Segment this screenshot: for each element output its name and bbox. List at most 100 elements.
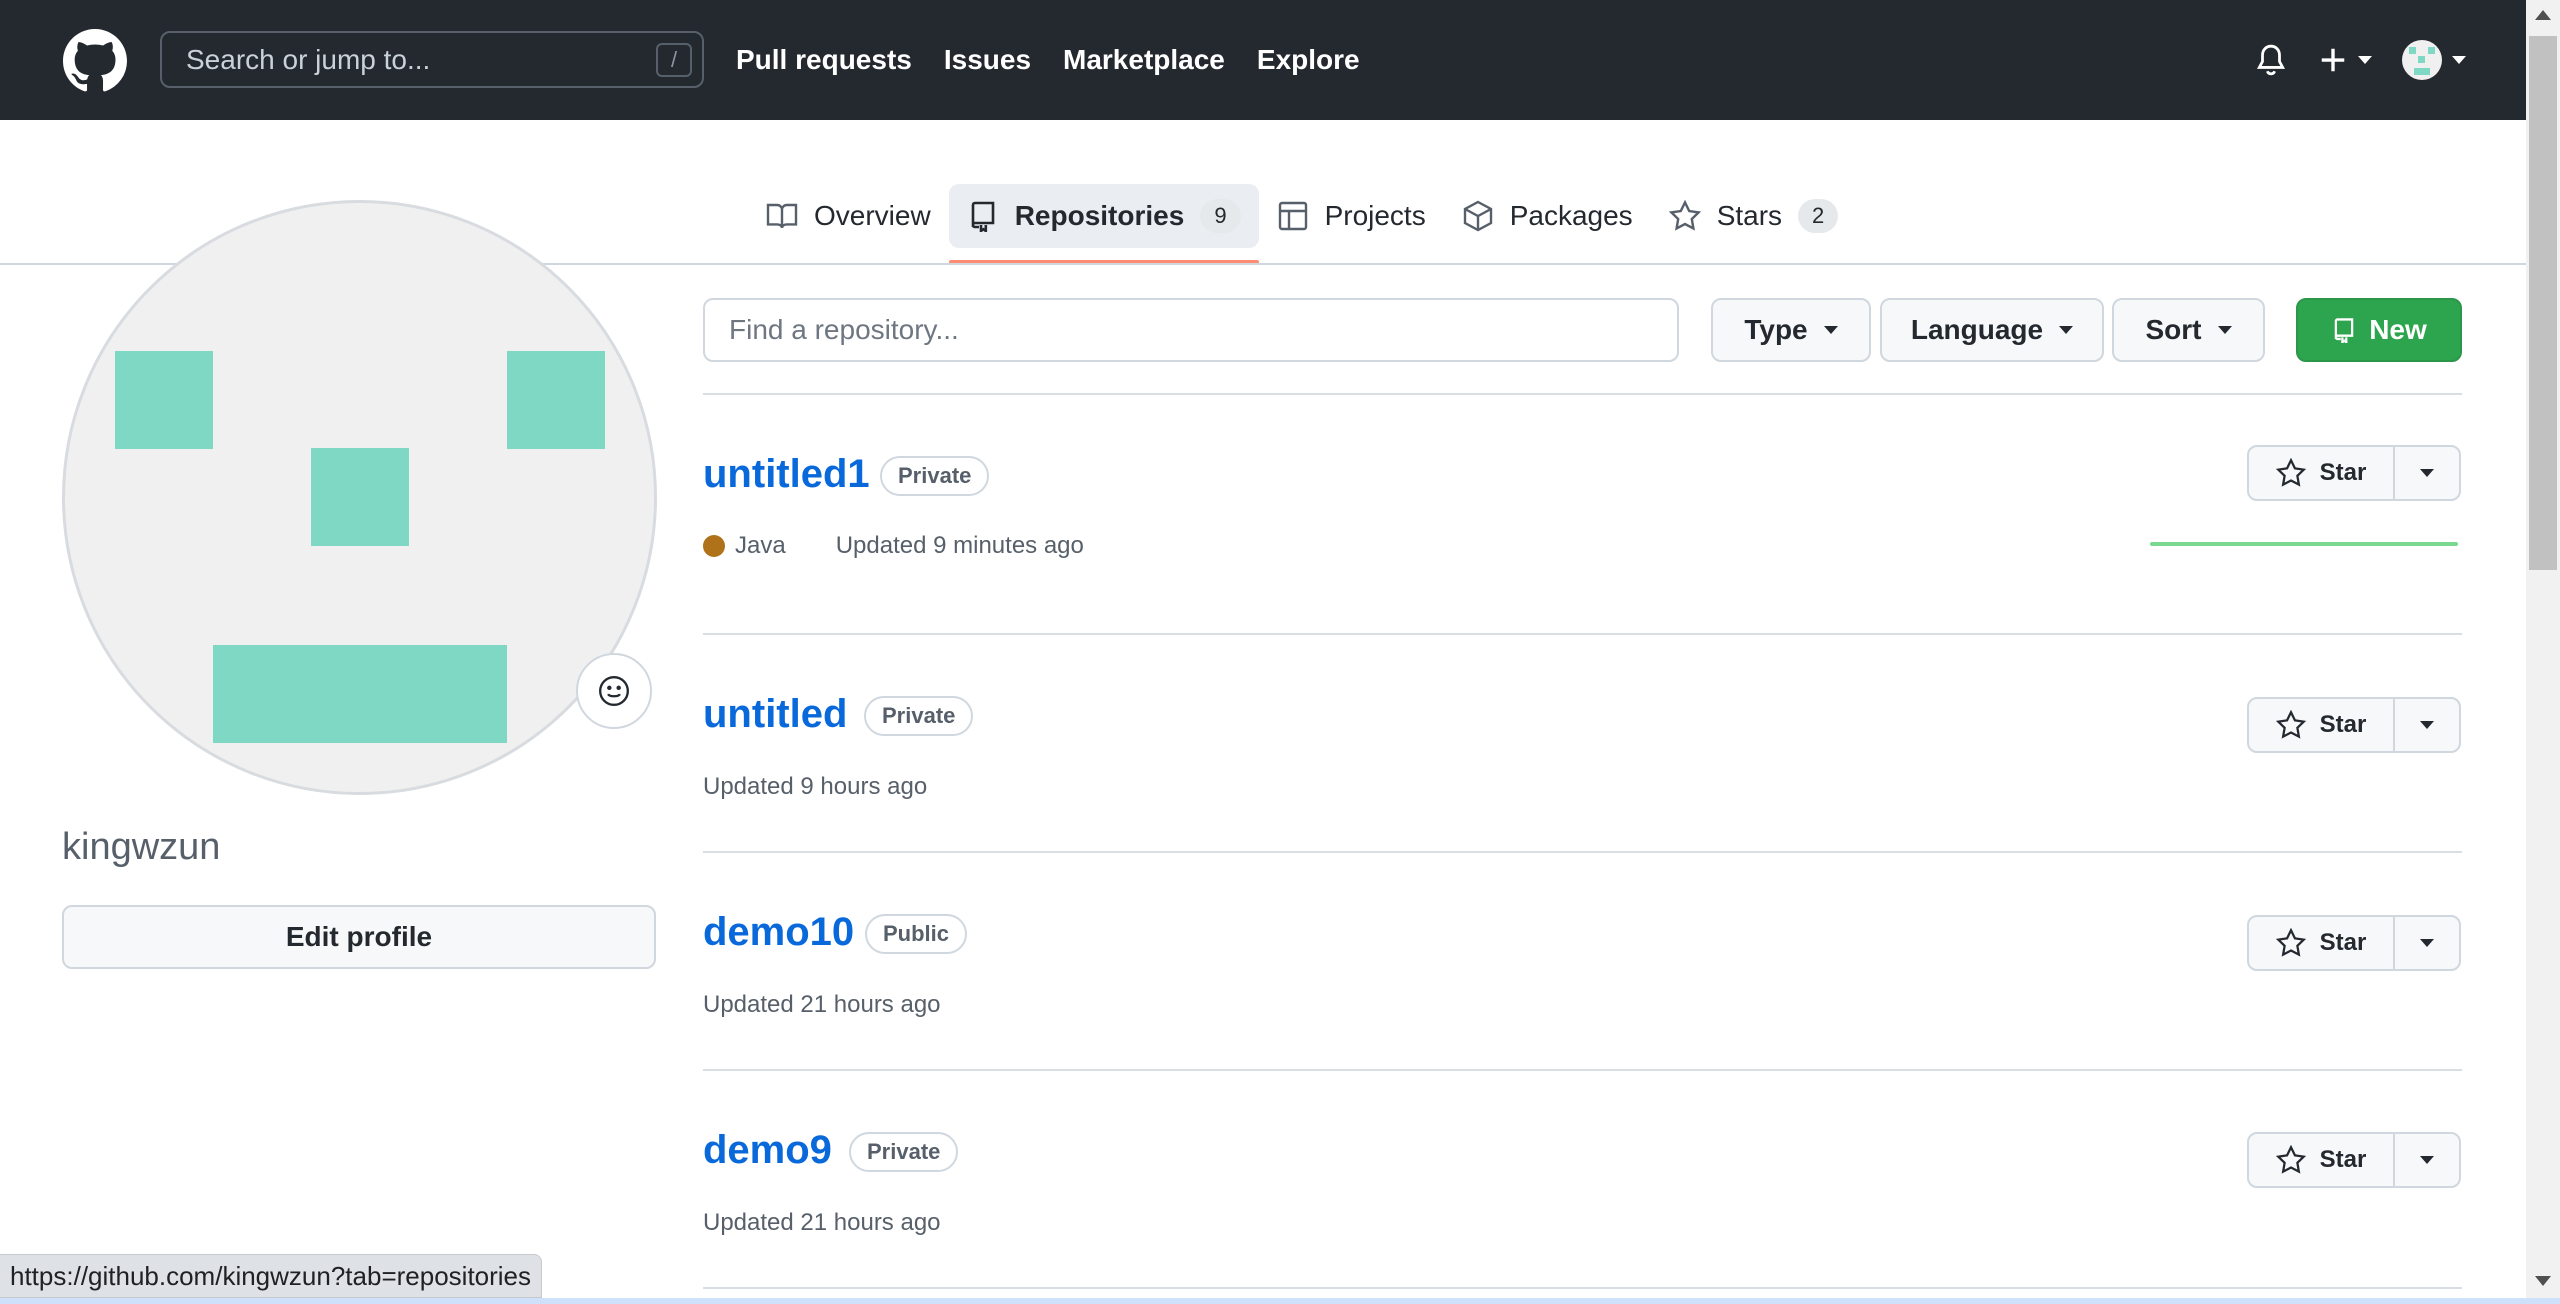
- star-label: Star: [2319, 711, 2367, 738]
- new-repository-button[interactable]: New: [2296, 298, 2462, 362]
- repo-link-demo10[interactable]: demo10: [703, 910, 854, 955]
- divider: [703, 1287, 2462, 1289]
- star-label: Star: [2319, 459, 2367, 486]
- chevron-down-icon: [2358, 56, 2372, 64]
- star-icon: [2275, 1145, 2306, 1174]
- chevron-down-icon: [2420, 1156, 2434, 1164]
- scroll-down-arrow-icon[interactable]: [2535, 1276, 2551, 1286]
- stars-count-badge: 2: [1798, 199, 1839, 233]
- language-filter-label: Language: [1910, 314, 2044, 345]
- chevron-down-icon: [2420, 469, 2434, 477]
- package-icon: [1463, 200, 1492, 232]
- divider: [703, 1069, 2462, 1071]
- window-bottom-edge: [0, 1298, 2560, 1304]
- visibility-badge: Private: [880, 456, 990, 496]
- sort-filter-button[interactable]: Sort: [2112, 298, 2265, 362]
- star-button[interactable]: Star: [2249, 447, 2395, 499]
- visibility-badge: Private: [849, 1132, 959, 1172]
- tab-label: Overview: [814, 200, 931, 231]
- activity-sparkline: [2150, 542, 2458, 546]
- identicon-block: [311, 448, 409, 546]
- nav-explore[interactable]: Explore: [1257, 44, 1360, 76]
- avatar: [2402, 40, 2442, 80]
- star-label: Star: [2319, 929, 2367, 956]
- star-label: Star: [2319, 1146, 2367, 1173]
- set-status-button[interactable]: [576, 653, 652, 729]
- find-repository-input[interactable]: Find a repository...: [703, 298, 1679, 362]
- profile-avatar[interactable]: [62, 200, 657, 795]
- type-filter-button[interactable]: Type: [1711, 298, 1871, 362]
- tab-stars[interactable]: Stars 2: [1651, 184, 1857, 248]
- repo-updated: Updated 9 hours ago: [703, 773, 928, 800]
- top-header: Search or jump to... / Pull requests Iss…: [0, 0, 2526, 120]
- scrollbar-thumb[interactable]: [2529, 36, 2557, 570]
- repo-link-untitled[interactable]: untitled: [703, 692, 847, 737]
- language-color-dot: [703, 535, 725, 557]
- search-shortcut-key: /: [656, 43, 692, 77]
- chevron-down-icon: [2420, 721, 2434, 729]
- repo-updated: Updated 9 minutes ago: [835, 532, 1084, 559]
- star-button-group: Star: [2247, 915, 2461, 971]
- plus-icon: [2321, 48, 2345, 72]
- star-icon: [1668, 200, 1701, 231]
- visibility-badge: Public: [865, 914, 968, 954]
- star-button[interactable]: Star: [2249, 699, 2395, 751]
- chevron-down-icon: [1823, 326, 1838, 334]
- identicon-block: [507, 351, 605, 449]
- star-button-group: Star: [2247, 1132, 2461, 1188]
- user-menu-dropdown[interactable]: [2402, 40, 2466, 80]
- tab-label: Projects: [1324, 200, 1426, 231]
- book-icon: [766, 203, 798, 229]
- link-status-bar: https://github.com/kingwzun?tab=reposito…: [0, 1254, 543, 1298]
- edit-profile-button[interactable]: Edit profile: [62, 905, 656, 969]
- tab-overview[interactable]: Overview: [748, 184, 949, 248]
- language-filter-button[interactable]: Language: [1880, 298, 2104, 362]
- new-button-label: New: [2369, 314, 2427, 345]
- star-button-group: Star: [2247, 445, 2461, 501]
- repo-language: Java: [735, 532, 786, 559]
- header-actions: [2254, 0, 2466, 120]
- profile-tabs: Overview Repositories 9 Projects Package…: [748, 184, 1856, 264]
- nav-marketplace[interactable]: Marketplace: [1063, 44, 1225, 76]
- star-button-group: Star: [2247, 697, 2461, 753]
- star-list-dropdown[interactable]: [2395, 1134, 2459, 1186]
- star-list-dropdown[interactable]: [2395, 699, 2459, 751]
- divider: [703, 633, 2462, 635]
- bell-icon[interactable]: [2254, 42, 2288, 78]
- repo-meta: Updated 21 hours ago: [703, 991, 941, 1019]
- repo-link-untitled1[interactable]: untitled1: [703, 452, 870, 497]
- repositories-count-badge: 9: [1200, 199, 1241, 233]
- star-list-dropdown[interactable]: [2395, 447, 2459, 499]
- tab-label: Packages: [1509, 200, 1633, 231]
- tab-label: Repositories: [1014, 200, 1185, 231]
- identicon-block: [115, 351, 213, 449]
- repo-link-demo9[interactable]: demo9: [703, 1128, 832, 1173]
- search-input[interactable]: Search or jump to... /: [160, 31, 704, 88]
- profile-username: kingwzun: [62, 826, 221, 868]
- tab-projects[interactable]: Projects: [1259, 184, 1444, 248]
- repo-meta: Updated 9 hours ago: [703, 773, 927, 801]
- repo-updated: Updated 21 hours ago: [703, 1209, 941, 1236]
- star-list-dropdown[interactable]: [2395, 917, 2459, 969]
- search-placeholder: Search or jump to...: [186, 43, 431, 75]
- tab-repositories[interactable]: Repositories 9: [948, 184, 1259, 264]
- repo-icon: [971, 201, 995, 232]
- create-new-dropdown[interactable]: [2318, 45, 2372, 75]
- chevron-down-icon: [2059, 326, 2074, 334]
- scroll-up-arrow-icon[interactable]: [2535, 10, 2551, 20]
- divider: [703, 393, 2462, 395]
- tab-packages[interactable]: Packages: [1444, 184, 1651, 248]
- chevron-down-icon: [2452, 56, 2466, 64]
- star-button[interactable]: Star: [2249, 917, 2395, 969]
- repo-meta: Java Updated 9 minutes ago: [703, 532, 1084, 560]
- nav-pull-requests[interactable]: Pull requests: [736, 44, 912, 76]
- nav-issues[interactable]: Issues: [944, 44, 1031, 76]
- star-icon: [2275, 928, 2306, 957]
- github-logo-icon[interactable]: [62, 29, 128, 93]
- divider: [703, 851, 2462, 853]
- repo-meta: Updated 21 hours ago: [703, 1209, 941, 1237]
- repo-icon: [2334, 318, 2354, 343]
- chevron-down-icon: [2420, 939, 2434, 947]
- star-button[interactable]: Star: [2249, 1134, 2395, 1186]
- smiley-icon: [599, 676, 629, 706]
